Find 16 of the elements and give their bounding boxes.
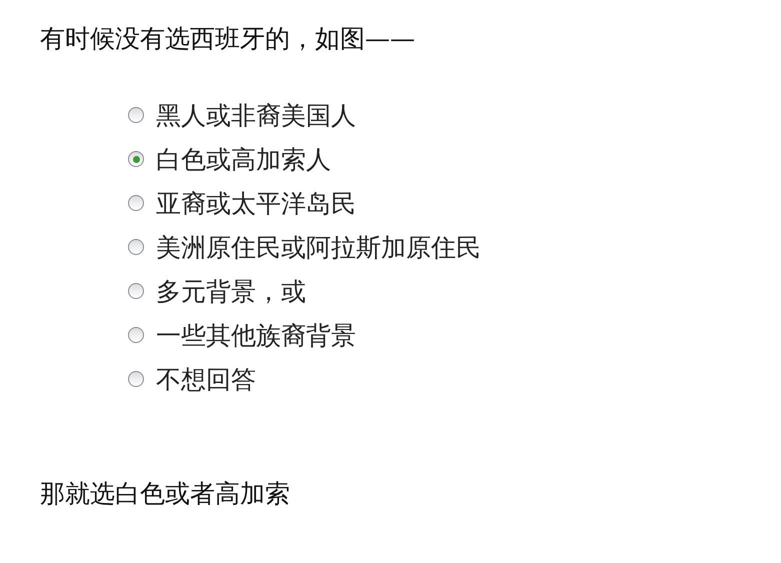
radio-button[interactable] bbox=[128, 195, 144, 211]
option-label: 一些其他族裔背景 bbox=[156, 320, 356, 352]
option-label: 亚裔或太平洋岛民 bbox=[156, 188, 356, 220]
radio-button[interactable] bbox=[128, 371, 144, 387]
radio-button[interactable] bbox=[128, 239, 144, 255]
conclusion-text: 那就选白色或者高加索 bbox=[40, 478, 291, 510]
radio-button[interactable] bbox=[128, 327, 144, 343]
option-label: 黑人或非裔美国人 bbox=[156, 100, 356, 132]
option-label: 白色或高加索人 bbox=[156, 144, 331, 176]
option-label: 不想回答 bbox=[156, 364, 256, 396]
option-label: 美洲原住民或阿拉斯加原住民 bbox=[156, 232, 481, 264]
radio-button[interactable] bbox=[128, 151, 144, 167]
radio-button[interactable] bbox=[128, 107, 144, 123]
intro-text: 有时候没有选西班牙的，如图—— bbox=[40, 23, 416, 55]
option-label: 多元背景，或 bbox=[156, 276, 306, 308]
radio-button[interactable] bbox=[128, 283, 144, 299]
